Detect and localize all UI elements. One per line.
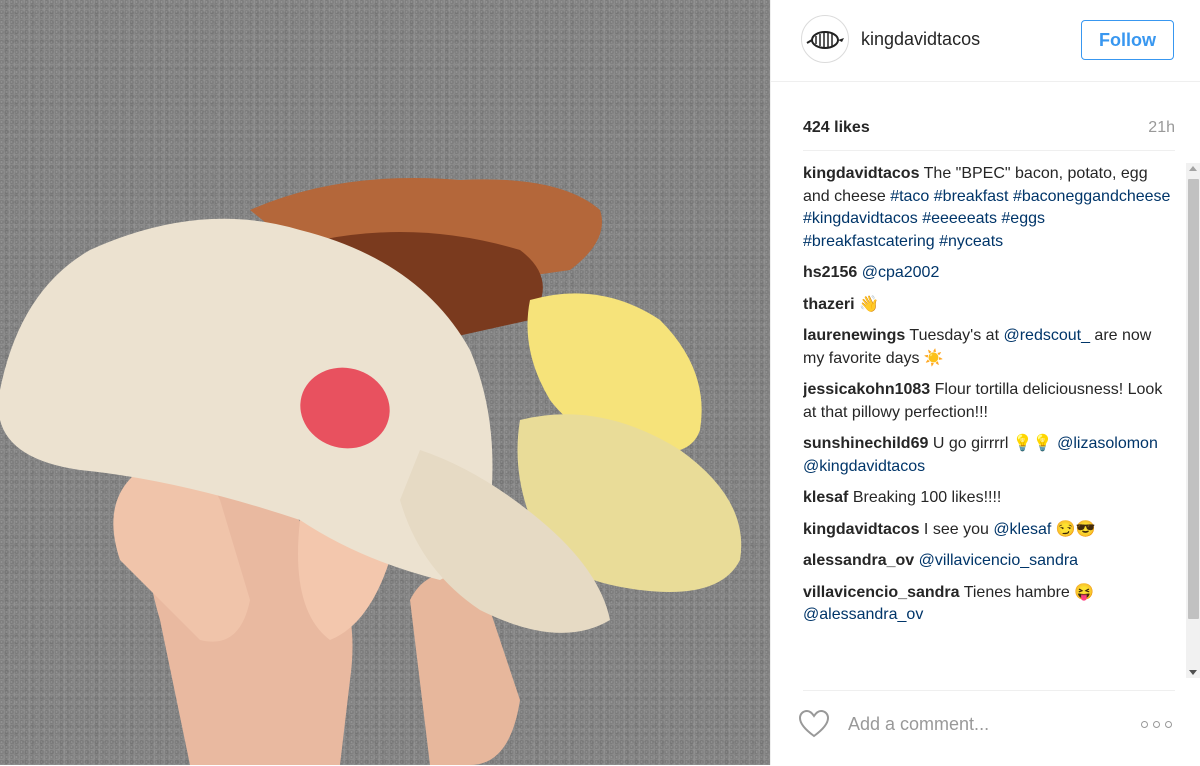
comment-text: U go girrrrl 💡💡 — [928, 435, 1058, 452]
follow-button[interactable]: Follow — [1081, 20, 1174, 60]
mention-link[interactable]: @klesaf — [993, 521, 1051, 538]
comment-item: villavicencio_sandra Tienes hambre 😝 @al… — [803, 582, 1175, 627]
scroll-down-arrow-icon[interactable] — [1189, 670, 1197, 675]
post-photo[interactable] — [0, 0, 770, 765]
post-stats: 424 likes 21h — [803, 110, 1175, 151]
mention-link[interactable]: @villavicencio_sandra — [919, 552, 1078, 569]
hashtag-link[interactable]: #eeeeeats — [922, 210, 997, 227]
comment-item: alessandra_ov @villavicencio_sandra — [803, 550, 1175, 573]
add-comment-input[interactable] — [848, 711, 1128, 737]
mention-link[interactable]: @kingdavidtacos — [803, 458, 925, 475]
comment-username[interactable]: klesaf — [803, 489, 848, 506]
comment-username[interactable]: laurenewings — [803, 327, 905, 344]
post-header: kingdavidtacos Follow — [771, 0, 1200, 82]
comment-item: hs2156 @cpa2002 — [803, 262, 1175, 285]
scroll-up-arrow-icon[interactable] — [1189, 166, 1197, 171]
more-options-icon[interactable] — [1141, 717, 1177, 731]
comment-item: laurenewings Tuesday's at @redscout_ are… — [803, 325, 1175, 370]
comment-item: kingdavidtacos I see you @klesaf 😏😎 — [803, 519, 1175, 542]
mention-link[interactable]: @lizasolomon — [1057, 435, 1158, 452]
hashtag-link[interactable]: #breakfast — [934, 188, 1009, 205]
comment-item: jessicakohn1083 Flour tortilla delicious… — [803, 379, 1175, 424]
comment-text: Tuesday's at — [905, 327, 1004, 344]
post-username[interactable]: kingdavidtacos — [861, 29, 980, 50]
comment-bar — [799, 690, 1177, 766]
comment-text: Breaking 100 likes!!!! — [848, 489, 1002, 506]
comment-item: kingdavidtacos The "BPEC" bacon, potato,… — [803, 163, 1175, 253]
comments-list[interactable]: kingdavidtacos The "BPEC" bacon, potato,… — [803, 163, 1175, 678]
dot-icon — [1141, 720, 1148, 728]
comment-text: Tienes hambre 😝 — [959, 583, 1095, 601]
comment-item: sunshinechild69 U go girrrrl 💡💡 @lizasol… — [803, 433, 1175, 478]
comment-text: 😏😎 — [1051, 520, 1096, 538]
mention-link[interactable]: @cpa2002 — [862, 264, 940, 281]
comment-username[interactable]: kingdavidtacos — [803, 165, 919, 182]
comment-item: thazeri 👋 — [803, 294, 1175, 317]
hashtag-link[interactable]: #nyceats — [939, 233, 1003, 250]
post-side-panel: kingdavidtacos Follow 424 likes 21h king… — [770, 0, 1200, 765]
comment-username[interactable]: alessandra_ov — [803, 552, 914, 569]
comment-username[interactable]: sunshinechild69 — [803, 435, 928, 452]
mention-link[interactable]: @redscout_ — [1003, 327, 1090, 344]
comment-text: I see you — [919, 520, 994, 538]
hashtag-link[interactable]: #breakfastcatering — [803, 233, 935, 250]
hashtag-link[interactable]: #taco — [890, 188, 929, 205]
taco-illustration — [0, 178, 742, 765]
hashtag-link[interactable]: #kingdavidtacos — [803, 210, 918, 227]
dot-icon — [1153, 720, 1160, 728]
likes-count[interactable]: 424 likes — [803, 119, 870, 137]
mention-link[interactable]: @alessandra_ov — [803, 606, 923, 623]
post-timestamp[interactable]: 21h — [1148, 119, 1175, 137]
comment-item: klesaf Breaking 100 likes!!!! — [803, 487, 1175, 510]
hashtag-link[interactable]: #baconeggandcheese — [1013, 188, 1170, 205]
avatar[interactable] — [801, 15, 849, 63]
scrollbar-thumb[interactable] — [1188, 179, 1199, 619]
comment-username[interactable]: kingdavidtacos — [803, 521, 919, 538]
comment-username[interactable]: villavicencio_sandra — [803, 584, 960, 601]
comment-username[interactable]: hs2156 — [803, 264, 857, 281]
dot-icon — [1165, 720, 1172, 728]
comment-text: 👋 — [854, 295, 879, 313]
comment-username[interactable]: jessicakohn1083 — [803, 381, 930, 398]
armadillo-logo-icon — [806, 31, 844, 49]
instagram-post-view: kingdavidtacos Follow 424 likes 21h king… — [0, 0, 1200, 765]
comment-username[interactable]: thazeri — [803, 296, 855, 313]
comments-scrollbar[interactable] — [1186, 163, 1200, 678]
hashtag-link[interactable]: #eggs — [1001, 210, 1045, 227]
heart-icon[interactable] — [799, 710, 829, 738]
